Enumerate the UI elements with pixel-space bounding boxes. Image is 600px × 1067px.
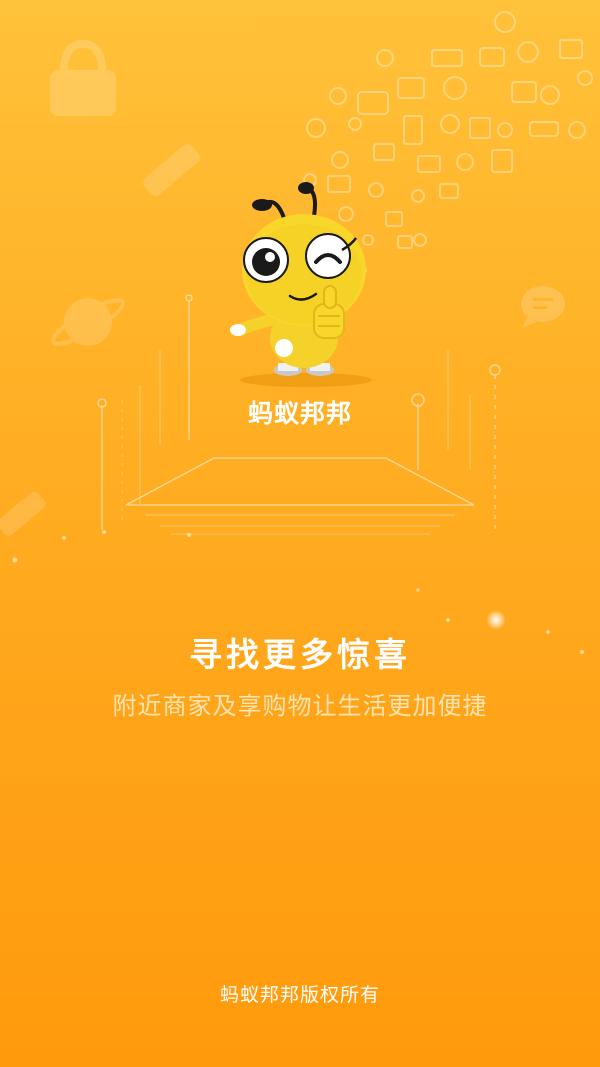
copyright-notice: 蚂蚁邦邦版权所有 [219, 984, 380, 1006]
headline: 寻找更多惊喜 [189, 635, 411, 674]
subline: 附近商家及享购物让生活更加便捷 [112, 692, 488, 720]
brand-name: 蚂蚁邦邦 [247, 399, 352, 428]
splash-screen: 蚂蚁邦邦 寻找更多惊喜 附近商家及享购物让生活更加便捷 蚂蚁邦邦版权所有 [0, 0, 600, 1067]
sparkle-glow [486, 610, 506, 630]
ant-mascot-thumbs-up-icon [230, 182, 372, 387]
